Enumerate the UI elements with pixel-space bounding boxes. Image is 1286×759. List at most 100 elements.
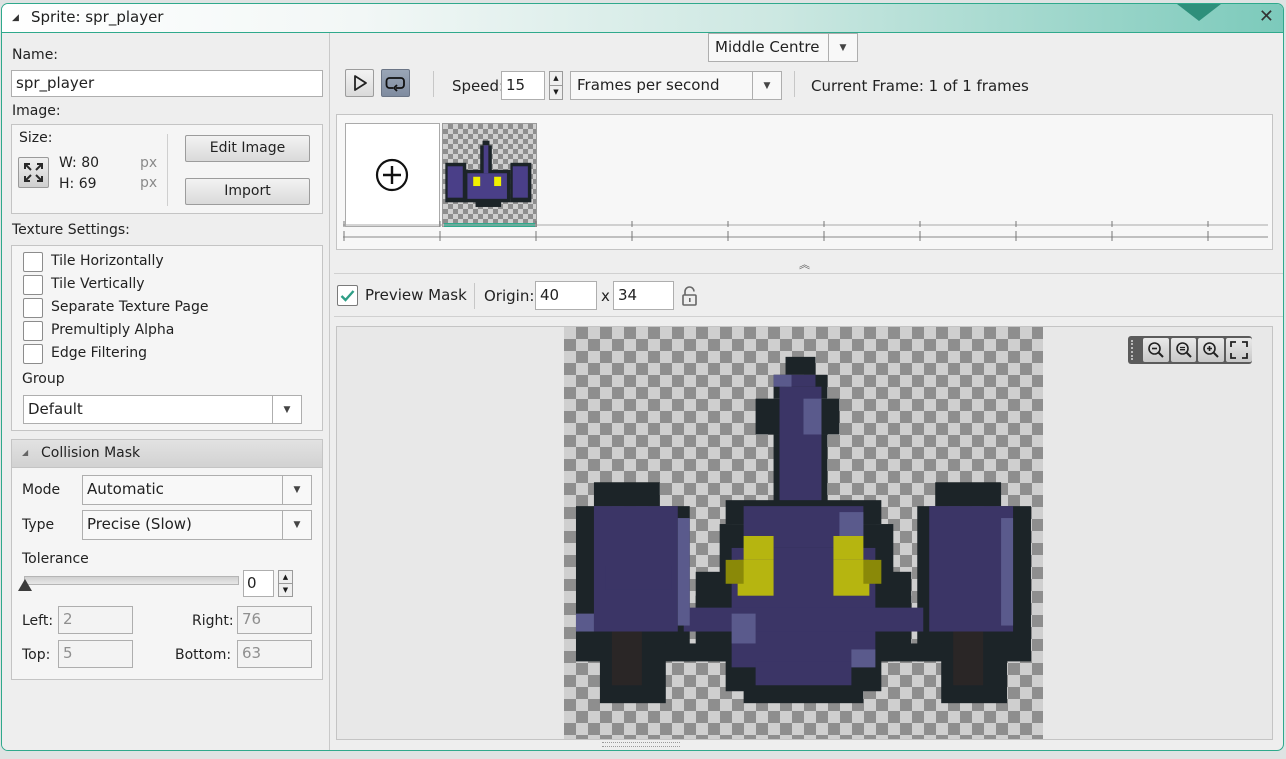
preview-mask-label: Preview Mask xyxy=(365,286,467,304)
timeline-ruler xyxy=(343,221,1268,241)
origin-y-input[interactable]: 34 xyxy=(613,281,674,310)
size-label: Size: xyxy=(19,130,53,146)
tolerance-label: Tolerance xyxy=(22,551,89,567)
sprite-canvas[interactable] xyxy=(336,326,1273,740)
close-icon[interactable]: ✕ xyxy=(1259,6,1274,27)
separate-texture-page-checkbox[interactable] xyxy=(23,298,43,318)
current-frame-label: Current Frame: 1 of 1 frames xyxy=(811,77,1029,95)
left-label: Left: xyxy=(22,613,54,629)
loop-button[interactable] xyxy=(381,69,410,97)
left-input[interactable]: 2 xyxy=(58,606,133,634)
edge-filtering-checkbox[interactable] xyxy=(23,344,43,364)
divider xyxy=(474,283,475,309)
origin-label: Origin: xyxy=(484,287,535,305)
chevron-down-icon[interactable]: ▼ xyxy=(272,396,301,423)
frame-thumbnail[interactable] xyxy=(442,123,537,227)
collision-mask-panel: ◢ Collision Mask Mode Automatic ▼ Type P… xyxy=(11,439,323,680)
chevron-down-icon[interactable]: ▼ xyxy=(282,476,311,504)
collision-mask-title: Collision Mask xyxy=(41,445,141,461)
group-select[interactable]: Default ▼ xyxy=(23,395,302,424)
play-button[interactable] xyxy=(345,69,374,97)
speed-unit-select[interactable]: Frames per second ▼ xyxy=(570,71,782,100)
spinner-up-icon[interactable]: ▲ xyxy=(549,71,563,86)
ship-sprite-image xyxy=(575,356,1032,704)
speed-spinner[interactable]: ▲ ▼ xyxy=(549,71,563,100)
group-label: Group xyxy=(22,371,65,387)
collapse-triangle-icon[interactable]: ◢ xyxy=(12,13,19,23)
resize-icon[interactable] xyxy=(18,157,49,188)
tolerance-input[interactable]: 0 xyxy=(243,570,274,597)
preview-mask-checkbox[interactable] xyxy=(337,285,358,306)
divider xyxy=(334,273,1283,274)
name-label: Name: xyxy=(12,47,59,63)
group-select-value: Default xyxy=(28,400,83,418)
height-value: H: 69 xyxy=(59,176,97,192)
fullscreen-icon xyxy=(1230,341,1248,359)
zoom-reset-button[interactable] xyxy=(1170,338,1197,362)
collapse-up-icon[interactable]: ︽ xyxy=(799,256,810,272)
title-bar[interactable]: ◢ Sprite: spr_player ✕ xyxy=(2,4,1283,33)
bottom-input[interactable]: 63 xyxy=(237,640,312,668)
add-frame-button[interactable] xyxy=(345,123,440,227)
title-notch xyxy=(1177,4,1221,21)
mode-select[interactable]: Automatic ▼ xyxy=(82,475,312,505)
ship-thumbnail-icon xyxy=(445,140,532,207)
right-input[interactable]: 76 xyxy=(237,606,312,634)
type-select[interactable]: Precise (Slow) ▼ xyxy=(82,510,312,540)
spinner-down-icon[interactable]: ▼ xyxy=(549,86,563,100)
chevron-down-icon[interactable]: ▼ xyxy=(282,511,311,539)
spinner-up-icon[interactable]: ▲ xyxy=(278,570,293,584)
zoom-in-button[interactable] xyxy=(1198,338,1225,362)
edge-filtering-label: Edge Filtering xyxy=(51,345,148,361)
zoom-in-icon xyxy=(1203,342,1220,358)
sprite-view-panel: Speed: 15 ▲ ▼ Frames per second ▼ Curren… xyxy=(334,33,1283,750)
type-label: Type xyxy=(22,517,55,533)
top-label: Top: xyxy=(22,647,51,663)
speed-unit-value: Frames per second xyxy=(577,76,720,94)
zoom-out-icon xyxy=(1147,342,1164,358)
tile-vertically-label: Tile Vertically xyxy=(51,276,145,292)
tile-vertically-checkbox[interactable] xyxy=(23,275,43,295)
speed-input[interactable]: 15 xyxy=(501,71,545,100)
origin-preset-value: Middle Centre xyxy=(715,38,820,56)
fit-view-button[interactable] xyxy=(1226,338,1252,362)
width-value: W: 80 xyxy=(59,155,100,171)
play-icon xyxy=(354,75,367,91)
import-button[interactable]: Import xyxy=(185,178,310,205)
origin-x-input[interactable]: 40 xyxy=(535,281,597,310)
divider xyxy=(433,71,434,97)
height-unit: px xyxy=(140,175,158,191)
premultiply-alpha-label: Premultiply Alpha xyxy=(51,322,175,338)
frames-strip xyxy=(336,114,1273,250)
width-unit: px xyxy=(140,155,158,171)
chevron-down-icon[interactable]: ▼ xyxy=(828,34,857,61)
edit-image-button[interactable]: Edit Image xyxy=(185,135,310,162)
premultiply-alpha-checkbox[interactable] xyxy=(23,321,43,341)
checkmark-icon xyxy=(340,290,355,302)
separate-texture-page-label: Separate Texture Page xyxy=(51,299,209,315)
tile-horizontally-checkbox[interactable] xyxy=(23,252,43,272)
top-input[interactable]: 5 xyxy=(58,640,133,668)
zoom-out-button[interactable] xyxy=(1142,338,1169,362)
image-panel: Size: W: 80 H: 69 px px Edit Image Impor… xyxy=(11,124,323,214)
window-title: Sprite: spr_player xyxy=(31,8,164,26)
loop-icon xyxy=(385,77,405,92)
divider xyxy=(334,316,1283,317)
chevron-down-icon[interactable]: ▼ xyxy=(752,72,781,99)
sprite-editor-window: ◢ Sprite: spr_player ✕ Name: spr_player … xyxy=(1,3,1284,751)
zoom-reset-icon xyxy=(1175,342,1192,358)
collision-mask-header[interactable]: ◢ Collision Mask xyxy=(12,440,322,468)
tile-horizontally-label: Tile Horizontally xyxy=(51,253,164,269)
unlock-icon[interactable] xyxy=(680,285,700,307)
collapse-triangle-icon[interactable]: ◢ xyxy=(22,448,28,457)
name-input[interactable]: spr_player xyxy=(11,70,323,97)
tolerance-spinner[interactable]: ▲ ▼ xyxy=(278,570,293,597)
tolerance-slider-thumb[interactable] xyxy=(18,579,32,591)
tolerance-slider-track[interactable] xyxy=(24,576,239,585)
origin-preset-select[interactable]: Middle Centre ▼ xyxy=(708,33,858,62)
spinner-down-icon[interactable]: ▼ xyxy=(278,584,293,597)
resize-grip[interactable] xyxy=(602,742,680,747)
divider xyxy=(794,71,795,97)
image-label: Image: xyxy=(12,103,61,119)
toolbar-grip[interactable] xyxy=(1131,340,1141,360)
